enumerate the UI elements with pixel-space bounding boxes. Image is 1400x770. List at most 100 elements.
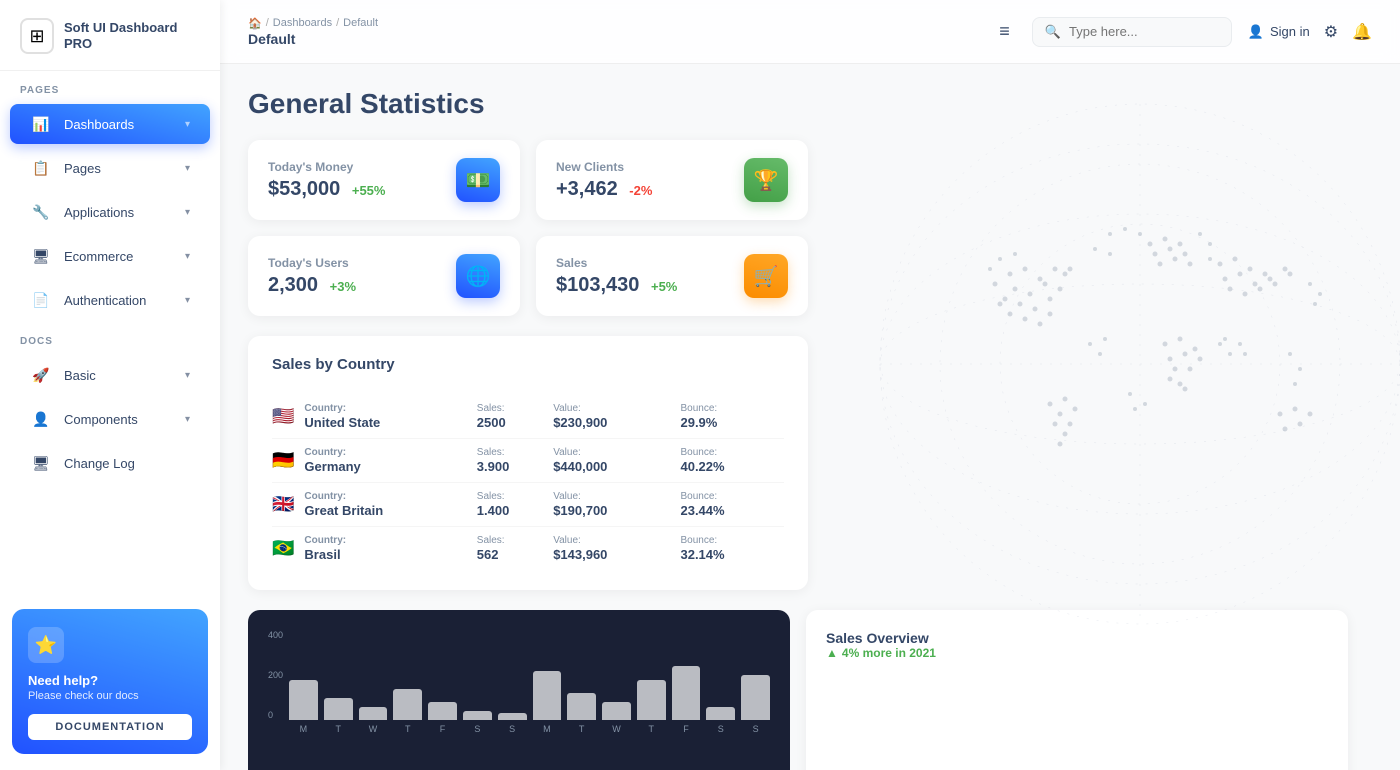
search-icon: 🔍 (1045, 24, 1061, 40)
notifications-icon[interactable]: 🔔 (1352, 22, 1372, 42)
stat-card-sales: Sales $103,430 +5% 🛒 (536, 236, 808, 316)
stat-card-todays-money: Today's Money $53,000 +55% 💵 (248, 140, 520, 220)
country-name: Brasil (304, 547, 346, 562)
todays-money-icon: 💵 (456, 158, 500, 202)
breadcrumb-path: 🏠 / Dashboards / Default (248, 17, 973, 30)
new-clients-icon: 🏆 (744, 158, 788, 202)
help-star-icon: ⭐ (28, 627, 64, 663)
bar (567, 693, 596, 720)
changelog-icon: 🖥 (30, 452, 52, 474)
bar-label: W (359, 724, 388, 734)
bar-label: T (393, 724, 422, 734)
topbar-actions: 👤 Sign in ⚙ 🔔 (1248, 22, 1372, 42)
bottom-charts-row: 400 200 0 MTWTFSSMTWTFSS Sales Overview … (248, 610, 1348, 770)
bar-label: M (289, 724, 318, 734)
page-title-breadcrumb: Default (248, 31, 973, 47)
bounce-cell: Bounce: 40.22% (680, 439, 784, 483)
bar (741, 675, 770, 720)
chevron-icon: ▾ (185, 207, 190, 218)
bar-chart-card: 400 200 0 MTWTFSSMTWTFSS (248, 610, 790, 770)
components-icon: 👤 (30, 408, 52, 430)
table-row: 🇧🇷 Country: Brasil Sales: 562 Value: $14… (272, 527, 784, 571)
y-axis-labels: 400 200 0 (268, 630, 283, 720)
country-cell: 🇬🇧 Country: Great Britain (272, 483, 477, 527)
globe-decoration (850, 74, 1400, 654)
bar-label: T (324, 724, 353, 734)
sales-overview-card: Sales Overview ▲ 4% more in 2021 500 400 (806, 610, 1348, 770)
stat-card-todays-users: Today's Users 2,300 +3% 🌐 (248, 236, 520, 316)
flag-icon: 🇺🇸 (272, 406, 294, 427)
settings-icon[interactable]: ⚙ (1324, 22, 1338, 42)
auth-icon: 📄 (30, 289, 52, 311)
bar (498, 713, 527, 720)
sales-cell: Sales: 3.900 (477, 439, 553, 483)
applications-icon: 🔧 (30, 201, 52, 223)
bar (428, 702, 457, 720)
bar-label: S (741, 724, 770, 734)
chevron-icon: ▾ (185, 370, 190, 381)
bar-labels: MTWTFSSMTWTFSS (289, 724, 770, 734)
search-input[interactable] (1069, 24, 1219, 39)
sales-overview-title: Sales Overview (826, 630, 1328, 646)
flag-icon: 🇧🇷 (272, 538, 294, 559)
home-icon: 🏠 (248, 17, 262, 30)
flag-icon: 🇩🇪 (272, 450, 294, 471)
search-box[interactable]: 🔍 (1032, 17, 1232, 47)
todays-users-value: 2,300 +3% (268, 274, 356, 297)
todays-money-value: $53,000 +55% (268, 178, 385, 201)
sidebar-item-dashboards[interactable]: 📊 Dashboards ▾ (10, 104, 210, 144)
sidebar-item-dashboards-label: Dashboards (64, 117, 134, 132)
documentation-button[interactable]: DOCUMENTATION (28, 714, 192, 740)
content-area: General Statistics (220, 64, 1400, 770)
bar-label: T (567, 724, 596, 734)
chevron-icon: ▾ (185, 295, 190, 306)
country-cell: 🇩🇪 Country: Germany (272, 439, 477, 483)
help-subtitle: Please check our docs (28, 690, 192, 702)
breadcrumb-current: Default (343, 17, 378, 29)
sidebar-item-basic[interactable]: 🚀 Basic ▾ (10, 355, 210, 395)
sales-value: $103,430 +5% (556, 274, 677, 297)
todays-money-label: Today's Money (268, 160, 385, 174)
bar (463, 711, 492, 720)
sidebar-item-basic-label: Basic (64, 368, 96, 383)
sidebar-item-applications[interactable]: 🔧 Applications ▾ (10, 192, 210, 232)
sidebar-item-ecommerce[interactable]: 🖥 Ecommerce ▾ (10, 236, 210, 276)
country-name: United State (304, 415, 380, 430)
sales-icon: 🛒 (744, 254, 788, 298)
breadcrumb-dashboards: Dashboards (273, 17, 332, 29)
bounce-cell: Bounce: 32.14% (680, 527, 784, 571)
help-title: Need help? (28, 673, 192, 688)
chevron-icon: ▾ (185, 163, 190, 174)
sales-table: 🇺🇸 Country: United State Sales: 2500 Val… (272, 389, 784, 570)
bar (324, 698, 353, 721)
signin-label: Sign in (1270, 24, 1310, 39)
bar (672, 666, 701, 720)
arrow-up-icon: ▲ (826, 646, 838, 660)
bounce-cell: Bounce: 23.44% (680, 483, 784, 527)
sales-cell: Sales: 1.400 (477, 483, 553, 527)
country-col-label: Country: (304, 535, 346, 546)
sidebar-item-changelog[interactable]: 🖥 Change Log (10, 443, 210, 483)
value-cell: Value: $440,000 (553, 439, 680, 483)
sidebar-item-authentication[interactable]: 📄 Authentication ▾ (10, 280, 210, 320)
value-cell: Value: $230,900 (553, 395, 680, 439)
sales-cell: Sales: 2500 (477, 395, 553, 439)
sales-overview-badge: ▲ 4% more in 2021 (826, 646, 1328, 660)
sidebar-item-pages[interactable]: 📋 Pages ▾ (10, 148, 210, 188)
value-cell: Value: $190,700 (553, 483, 680, 527)
country-cell: 🇺🇸 Country: United State (272, 395, 477, 439)
bar-chart (289, 630, 770, 720)
signin-button[interactable]: 👤 Sign in (1248, 24, 1310, 40)
sidebar-item-components[interactable]: 👤 Components ▾ (10, 399, 210, 439)
bar (533, 671, 562, 721)
sales-by-country-card: Sales by Country 🇺🇸 Country: United Stat… (248, 336, 808, 590)
dashboards-icon: 📊 (30, 113, 52, 135)
ecommerce-icon: 🖥 (30, 245, 52, 267)
logo-icon: ⊞ (20, 18, 54, 54)
app-name: Soft UI Dashboard PRO (64, 20, 200, 51)
sidebar-item-pages-label: Pages (64, 161, 101, 176)
menu-icon[interactable]: ≡ (993, 15, 1016, 48)
bar-label: S (463, 724, 492, 734)
bar-label: M (533, 724, 562, 734)
table-row: 🇺🇸 Country: United State Sales: 2500 Val… (272, 395, 784, 439)
